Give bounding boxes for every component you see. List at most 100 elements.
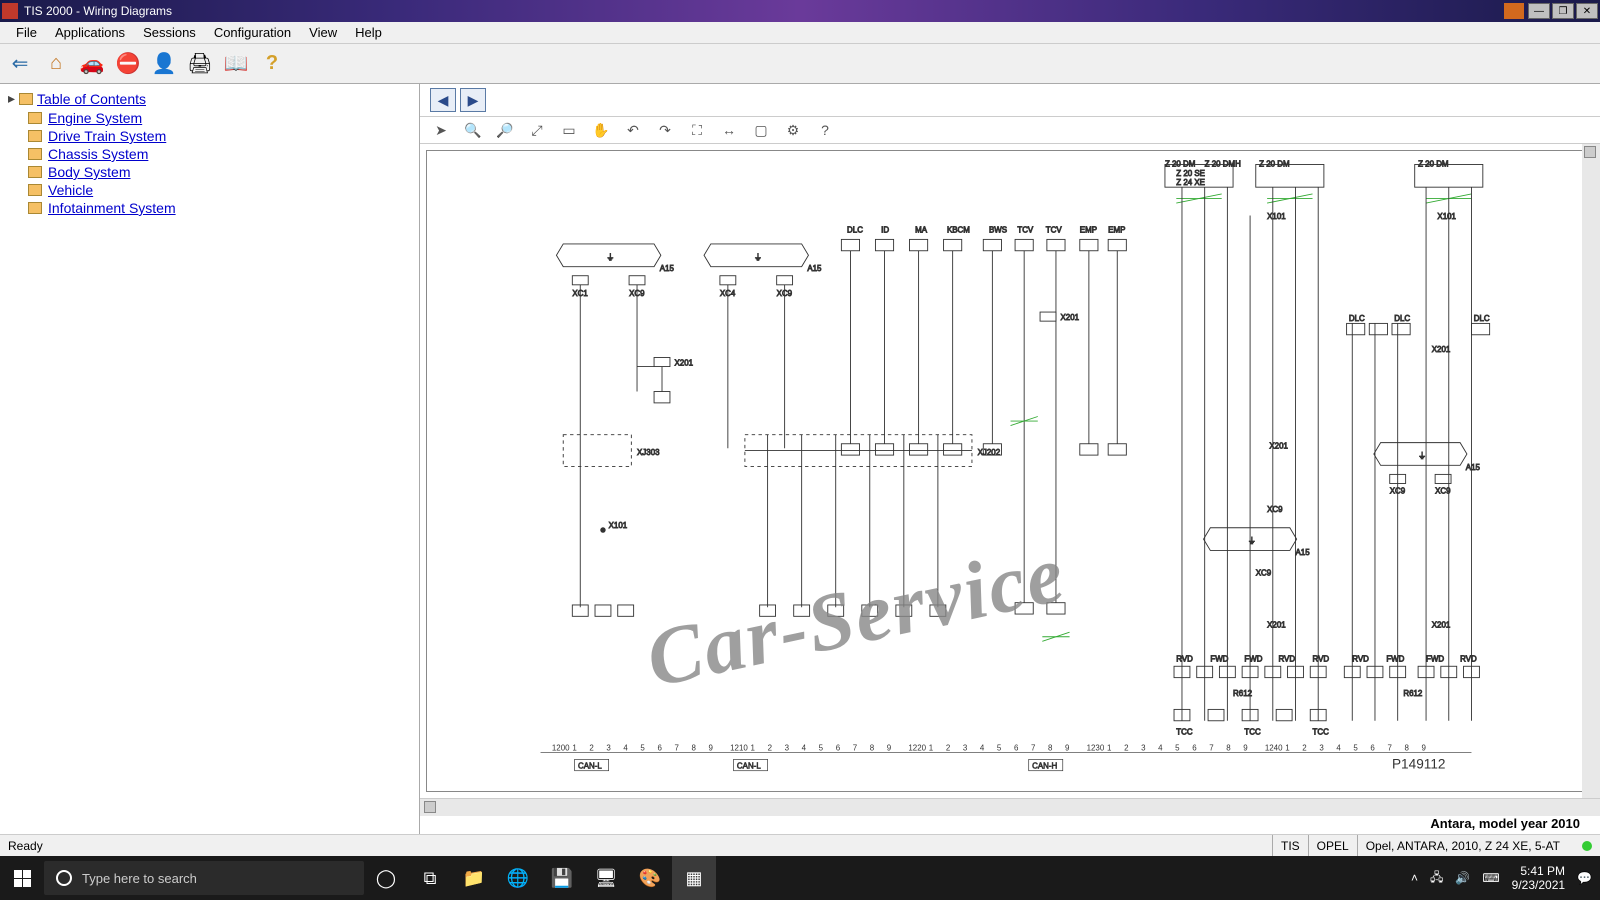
svg-text:5: 5 — [819, 743, 824, 752]
menu-view[interactable]: View — [301, 23, 345, 42]
svg-text:3: 3 — [1319, 743, 1324, 752]
svg-text:4: 4 — [623, 743, 628, 752]
start-button[interactable] — [0, 856, 44, 900]
sidebar-item-infotainment[interactable]: Infotainment System — [28, 199, 411, 217]
notifications-icon[interactable]: 💬 — [1577, 871, 1592, 885]
vm-icon[interactable]: 🖥 — [584, 856, 628, 900]
svg-text:Z 20 SE: Z 20 SE — [1176, 169, 1205, 178]
toc-root[interactable]: ▸ Table of Contents — [8, 90, 411, 107]
print-icon[interactable]: 🖨 — [186, 50, 214, 78]
menu-file[interactable]: File — [8, 23, 45, 42]
svg-text:X201: X201 — [1432, 621, 1451, 630]
svg-text:1: 1 — [1285, 743, 1290, 752]
svg-text:RVD: RVD — [1176, 655, 1193, 664]
tray-volume-icon[interactable]: 🔊 — [1455, 871, 1470, 885]
svg-text:RVD: RVD — [1460, 655, 1477, 664]
menu-sessions[interactable]: Sessions — [135, 23, 204, 42]
folder-icon — [28, 184, 42, 196]
minimize-button[interactable]: — — [1528, 3, 1550, 19]
menu-applications[interactable]: Applications — [47, 23, 133, 42]
status-bar: Ready TIS OPEL Opel, ANTARA, 2010, Z 24 … — [0, 834, 1600, 856]
svg-text:A15: A15 — [807, 264, 822, 273]
fit-window-icon[interactable]: ⛶ — [686, 119, 708, 141]
svg-text:3: 3 — [785, 743, 790, 752]
home-icon[interactable]: ⌂ — [42, 50, 70, 78]
rotate-ccw-icon[interactable]: ↶ — [622, 119, 644, 141]
settings-icon[interactable]: ⚙ — [782, 119, 804, 141]
system-tray: ˄ 🖧 🔊 ⌨ 5:41 PM 9/23/2021 💬 — [1403, 864, 1600, 893]
svg-text:2: 2 — [946, 743, 951, 752]
zoom-in-icon[interactable]: 🔍 — [462, 119, 484, 141]
taskbar-clock[interactable]: 5:41 PM 9/23/2021 — [1512, 864, 1565, 893]
svg-text:XC9: XC9 — [1267, 505, 1283, 514]
sidebar-item-engine[interactable]: Engine System — [28, 109, 411, 127]
toc-children: Engine System Drive Train System Chassis… — [28, 109, 411, 217]
tray-lang-icon[interactable]: ⌨ — [1482, 871, 1499, 885]
help-small-icon[interactable]: ? — [814, 119, 836, 141]
zoom-area-icon[interactable]: ▭ — [558, 119, 580, 141]
svg-text:KBCM: KBCM — [947, 226, 970, 235]
svg-text:R612: R612 — [1403, 689, 1423, 698]
sidebar-item-body[interactable]: Body System — [28, 163, 411, 181]
svg-text:8: 8 — [1226, 743, 1231, 752]
svg-text:4: 4 — [802, 743, 807, 752]
save-app-icon[interactable]: 💾 — [540, 856, 584, 900]
sidebar-item-drivetrain[interactable]: Drive Train System — [28, 127, 411, 145]
svg-text:3: 3 — [1141, 743, 1146, 752]
person-icon[interactable]: 👤 — [150, 50, 178, 78]
cortana-icon[interactable]: ◯ — [364, 856, 408, 900]
sidebar-item-chassis[interactable]: Chassis System — [28, 145, 411, 163]
main-toolbar: ⇐ ⌂ 🚗 ⛔ 👤 🖨 📖 ? — [0, 44, 1600, 84]
svg-text:DLC: DLC — [847, 226, 863, 235]
fit-width-icon[interactable]: ↔ — [718, 119, 740, 141]
svg-text:DLC: DLC — [1394, 314, 1410, 323]
folder-icon — [28, 166, 42, 178]
status-indicator-icon — [1582, 841, 1592, 851]
maximize-button[interactable]: ❐ — [1552, 3, 1574, 19]
diagram-canvas[interactable]: ⏚ A15 ⏚ A15 XC1 XC9 XC4 XC9 — [426, 150, 1586, 792]
rotate-cw-icon[interactable]: ↷ — [654, 119, 676, 141]
taskbar-search[interactable]: Type here to search — [44, 861, 364, 895]
svg-text:TCC: TCC — [1313, 727, 1330, 736]
car-icon[interactable]: 🚗 — [78, 50, 106, 78]
vertical-scrollbar[interactable] — [1582, 144, 1600, 816]
stop-icon[interactable]: ⛔ — [114, 50, 142, 78]
svg-text:CAN-L: CAN-L — [737, 761, 761, 770]
zoom-out-icon[interactable]: 🔎 — [494, 119, 516, 141]
help-icon[interactable]: ? — [258, 50, 286, 78]
content-area: ◀ ▶ ➤ 🔍 🔎 ⤢ ▭ ✋ ↶ ↷ ⛶ ↔ ▢ ⚙ ? ⏚ A15 — [420, 84, 1600, 834]
vehicle-caption: Antara, model year 2010 — [1430, 816, 1580, 834]
book-icon[interactable]: 📖 — [222, 50, 250, 78]
close-button[interactable]: ✕ — [1576, 3, 1598, 19]
back-icon[interactable]: ⇐ — [6, 50, 34, 78]
svg-text:3: 3 — [606, 743, 611, 752]
chrome-icon[interactable]: 🌐 — [496, 856, 540, 900]
next-page-button[interactable]: ▶ — [460, 88, 486, 112]
sidebar-item-vehicle[interactable]: Vehicle — [28, 181, 411, 199]
menu-configuration[interactable]: Configuration — [206, 23, 299, 42]
status-cell-vehicle: Opel, ANTARA, 2010, Z 24 XE, 5-AT — [1357, 835, 1568, 856]
file-explorer-icon[interactable]: 📁 — [452, 856, 496, 900]
toc-link[interactable]: Table of Contents — [37, 91, 146, 107]
horizontal-scrollbar[interactable] — [420, 798, 1600, 816]
paint-icon[interactable]: 🎨 — [628, 856, 672, 900]
tray-chevron-icon[interactable]: ˄ — [1411, 871, 1418, 885]
prev-page-button[interactable]: ◀ — [430, 88, 456, 112]
svg-text:X101: X101 — [1267, 212, 1286, 221]
svg-text:1200: 1200 — [552, 743, 570, 752]
hand-icon[interactable]: ✋ — [590, 119, 612, 141]
menu-help[interactable]: Help — [347, 23, 390, 42]
zoom-fit-icon[interactable]: ⤢ — [526, 119, 548, 141]
tis-app-icon[interactable]: ▦ — [672, 856, 716, 900]
svg-text:6: 6 — [1014, 743, 1019, 752]
sidebar: ▸ Table of Contents Engine System Drive … — [0, 84, 420, 834]
task-view-icon[interactable]: ⧉ — [408, 856, 452, 900]
fit-page-icon[interactable]: ▢ — [750, 119, 772, 141]
svg-text:DLC: DLC — [1474, 314, 1490, 323]
pointer-icon[interactable]: ➤ — [430, 119, 452, 141]
restore-overlay-icon[interactable] — [1504, 3, 1524, 19]
title-bar: TIS 2000 - Wiring Diagrams — ❐ ✕ — [0, 0, 1600, 22]
svg-text:6: 6 — [1370, 743, 1375, 752]
svg-text:TCV: TCV — [1017, 226, 1034, 235]
tray-network-icon[interactable]: 🖧 — [1430, 868, 1443, 889]
